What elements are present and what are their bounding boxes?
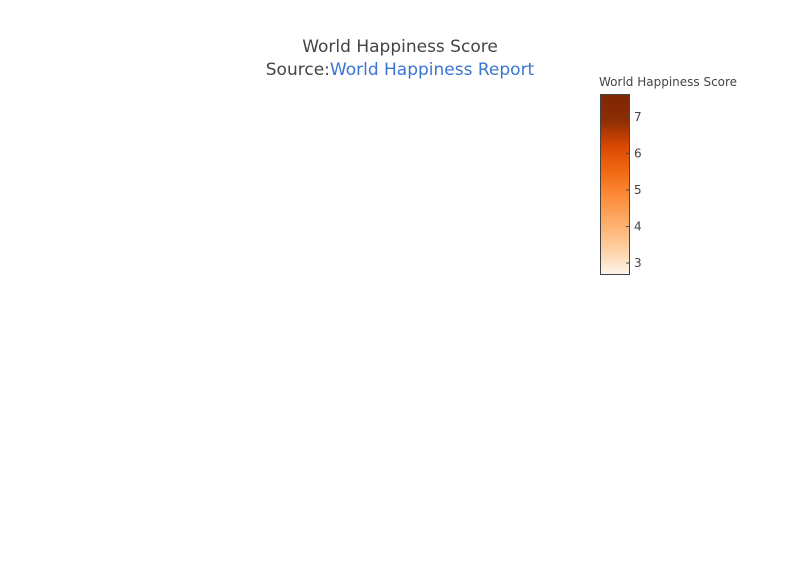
- source-link[interactable]: World Happiness Report: [330, 60, 534, 80]
- colorbar-tick-label: 5: [634, 183, 642, 197]
- chart-main-title: World Happiness Score: [302, 37, 498, 57]
- colorbar-tick-label: 4: [634, 220, 642, 234]
- source-prefix: Source:: [265, 60, 330, 80]
- colorbar-title: World Happiness Score: [599, 75, 738, 89]
- colorbar-bar: [600, 94, 630, 275]
- colorbar-tick-label: 3: [634, 256, 642, 270]
- colorbar: 3 4 5 6 7 World Happiness Score: [580, 70, 780, 290]
- map-plot-area[interactable]: [80, 100, 580, 520]
- colorbar-svg: 3 4 5 6 7: [600, 94, 642, 275]
- colorbar-tick-label: 7: [634, 110, 642, 124]
- colorbar-tick-label: 6: [634, 146, 642, 160]
